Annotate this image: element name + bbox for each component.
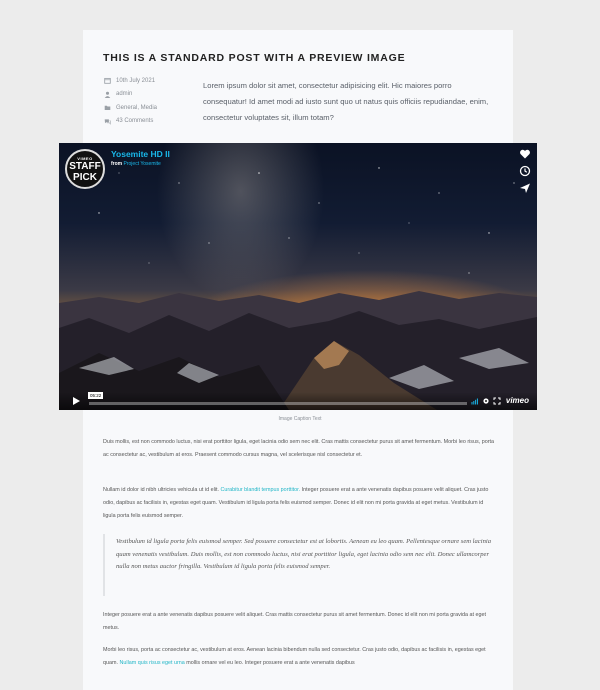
video-progress-bar[interactable] [89,402,467,405]
video-title[interactable]: Yosemite HD II [111,149,170,159]
video-controls-right: vimeo [471,396,529,405]
volume-icon[interactable] [471,397,479,405]
folder-icon [104,104,111,111]
post-title[interactable]: This is a standard post with a preview i… [103,52,405,64]
body-paragraph-2: Nullam id dolor id nibh ultricies vehicu… [103,484,495,523]
body-paragraph-4: Integer posuere erat a ante venenatis da… [103,612,486,631]
image-caption: Image Caption Text [278,416,322,422]
meta-comments-text[interactable]: 43 Comments [116,118,153,124]
comments-icon [104,118,111,125]
meta-categories-text[interactable]: General, Media [116,105,157,111]
user-icon [104,91,111,98]
post-meta: 10th July 2021 admin General, Media 43 C… [104,74,157,128]
play-icon[interactable] [70,395,82,407]
settings-icon[interactable] [482,397,490,405]
video-controls: 05:22 vimeo [59,392,537,410]
p2-text-before: Nullam id dolor id nibh ultricies vehicu… [103,487,221,493]
fullscreen-icon[interactable] [493,397,501,405]
video-from: from Project Yosemite [111,161,161,167]
meta-author[interactable]: admin [104,88,157,102]
p5-text-after: mollis ornare vel eu leo. Integer posuer… [184,660,355,666]
calendar-icon [104,77,111,84]
blockquote: Vestibulum id ligula porta felis euismod… [103,534,495,596]
meta-categories[interactable]: General, Media [104,101,157,115]
send-icon[interactable] [519,182,531,194]
video-landscape [59,167,537,410]
body-paragraph-5: Morbi leo risus, porta ac consectetur ac… [103,644,495,670]
body-paragraph-1: Duis mollis, est non commodo luctus, nis… [103,439,494,458]
heart-icon[interactable] [519,148,531,160]
badge-line-2: PICK [73,171,97,183]
meta-comments[interactable]: 43 Comments [104,115,157,129]
post-excerpt: Lorem ipsum dolor sit amet, consectetur … [203,81,489,122]
badge-line-1: STAFF [69,160,101,172]
video-from-link[interactable]: Project Yosemite [124,161,161,167]
video-player[interactable]: VIMEO STAFF PICK Yosemite HD II from Pro… [59,143,537,410]
staff-pick-badge[interactable]: VIMEO STAFF PICK [65,149,105,189]
p5-link[interactable]: Nullam quis risus eget urna [119,660,184,666]
video-from-prefix: from [111,161,123,167]
vimeo-logo[interactable]: vimeo [506,396,529,405]
blockquote-text: Vestibulum id ligula porta felis euismod… [116,538,491,570]
meta-date-text: 10th July 2021 [116,77,156,84]
meta-author-text[interactable]: admin [116,91,132,97]
meta-date: 10th July 2021 [104,74,157,88]
p2-link[interactable]: Curabitur blandit tempus porttitor. [220,487,300,493]
clock-icon[interactable] [519,165,531,177]
video-timecode: 05:22 [88,392,104,399]
video-side-actions [519,148,531,199]
